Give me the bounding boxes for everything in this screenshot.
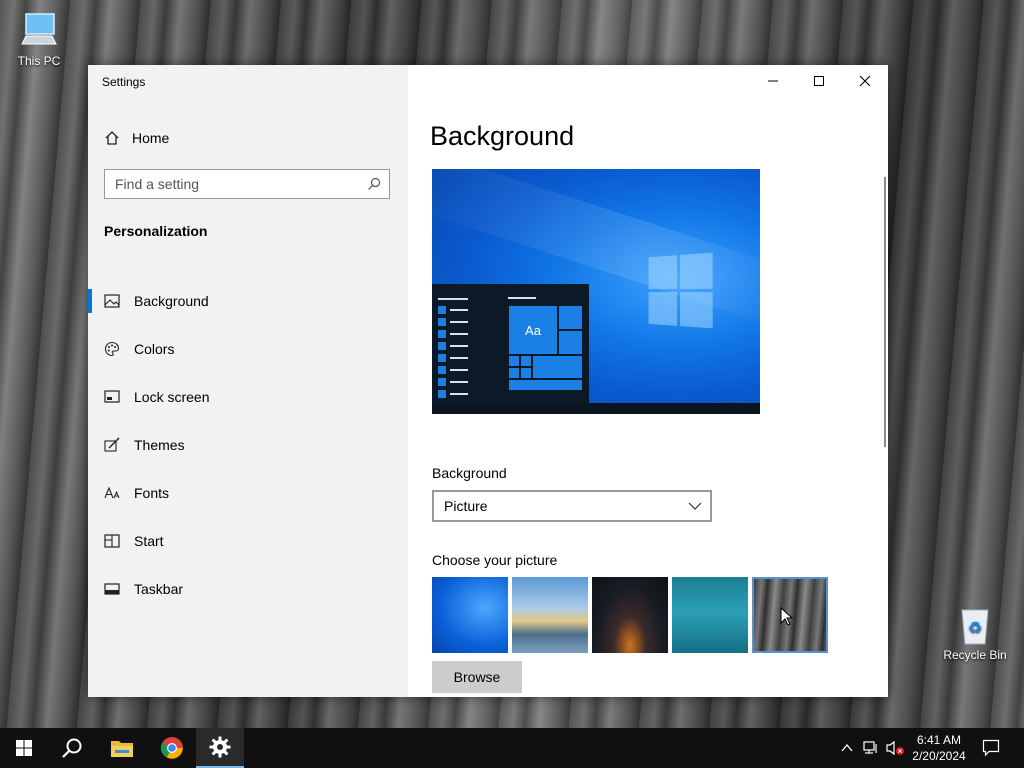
brush-icon: [104, 437, 120, 453]
show-hidden-icons-button[interactable]: [838, 728, 856, 768]
clock-date: 2/20/2024: [912, 749, 966, 763]
chevron-down-icon: [688, 502, 702, 510]
volume-muted-icon: [886, 740, 904, 756]
desktop-icon-label: This PC: [17, 54, 61, 68]
scrollbar[interactable]: [884, 177, 886, 447]
clock[interactable]: 6:41 AM 2/20/2024: [905, 732, 973, 764]
desktop-icon-label: Recycle Bin: [943, 648, 1007, 662]
picture-thumbnail-3[interactable]: [592, 577, 668, 653]
sidebar-item-start[interactable]: Start: [88, 517, 408, 565]
sidebar-item-home[interactable]: Home: [104, 127, 169, 149]
home-icon: [105, 131, 119, 145]
clock-time: 6:41 AM: [916, 733, 962, 747]
background-dropdown[interactable]: Picture: [432, 490, 712, 522]
sidebar-item-lock-screen[interactable]: Lock screen: [88, 373, 408, 421]
settings-icon: [209, 736, 231, 758]
maximize-button[interactable]: [796, 65, 842, 97]
sidebar-item-label: Taskbar: [134, 581, 184, 597]
search-box[interactable]: [104, 169, 390, 199]
preview-taskbar: [432, 403, 760, 414]
windows-logo-icon: [648, 252, 714, 329]
chrome-icon: [160, 737, 183, 759]
picture-icon: [104, 293, 120, 309]
chevron-up-icon: [841, 743, 853, 752]
taskbar-search-button[interactable]: [48, 728, 96, 768]
sidebar-item-label: Lock screen: [134, 389, 210, 405]
minimize-icon: [768, 80, 778, 82]
notification-icon: [982, 739, 1000, 757]
choose-picture-label: Choose your picture: [432, 552, 558, 568]
action-center-button[interactable]: [978, 728, 1004, 768]
network-icon: [863, 741, 877, 754]
sidebar-item-label: Start: [134, 533, 164, 549]
close-icon: [859, 75, 871, 87]
sidebar-item-label: Themes: [134, 437, 185, 453]
picture-thumbnails: [432, 577, 828, 653]
picture-thumbnail-1[interactable]: [432, 577, 508, 653]
taskbar: 6:41 AM 2/20/2024: [0, 728, 1024, 768]
desktop-icon-this-pc[interactable]: This PC: [1, 10, 77, 68]
file-explorer-icon: [111, 741, 133, 757]
section-title: Personalization: [104, 223, 208, 239]
sidebar: Settings Home Personalization Background: [88, 65, 408, 697]
start-icon: [104, 533, 120, 549]
sidebar-item-fonts[interactable]: Fonts: [88, 469, 408, 517]
sidebar-item-themes[interactable]: Themes: [88, 421, 408, 469]
page-title: Background: [430, 121, 575, 151]
taskbar-icon: [104, 581, 120, 597]
font-icon: [104, 485, 120, 501]
picture-thumbnail-4[interactable]: [672, 577, 748, 653]
file-explorer-button[interactable]: [98, 728, 146, 768]
search-icon: [62, 738, 82, 758]
windows-start-icon: [16, 740, 32, 756]
home-label: Home: [132, 130, 170, 146]
preview-start-menu: Aa: [432, 284, 589, 414]
palette-icon: [104, 341, 120, 357]
search-icon[interactable]: [367, 177, 381, 191]
sidebar-item-label: Background: [134, 293, 209, 309]
minimize-button[interactable]: [750, 65, 796, 97]
picture-thumbnail-2[interactable]: [512, 577, 588, 653]
chrome-button[interactable]: [148, 728, 196, 768]
svg-text:♻: ♻: [968, 618, 982, 637]
volume-button[interactable]: [884, 728, 906, 768]
content-pane: Background Aa Background Picture Choose …: [408, 65, 888, 697]
search-input[interactable]: [105, 170, 365, 198]
desktop-icon-recycle-bin[interactable]: ♻ Recycle Bin: [937, 604, 1013, 662]
recycle-bin-icon: ♻: [961, 609, 989, 645]
sidebar-item-colors[interactable]: Colors: [88, 325, 408, 373]
start-button[interactable]: [0, 728, 48, 768]
sidebar-nav: Background Colors Lock screen Themes Fon…: [88, 277, 408, 613]
sidebar-item-taskbar[interactable]: Taskbar: [88, 565, 408, 613]
desktop-preview: Aa: [432, 169, 760, 414]
maximize-icon: [814, 76, 824, 86]
lock-screen-icon: [104, 389, 120, 405]
sidebar-item-label: Fonts: [134, 485, 170, 501]
network-button[interactable]: [860, 728, 882, 768]
browse-button[interactable]: Browse: [432, 661, 522, 693]
background-dropdown-value: Picture: [444, 498, 488, 514]
settings-window: Settings Home Personalization Background: [88, 65, 888, 697]
preview-tile: Aa: [508, 305, 558, 355]
window-title: Settings: [102, 75, 146, 89]
mouse-cursor-icon: [780, 607, 794, 626]
picture-thumbnail-5[interactable]: [752, 577, 828, 653]
settings-taskbar-button[interactable]: [196, 728, 244, 768]
background-label: Background: [432, 465, 507, 481]
close-button[interactable]: [842, 65, 888, 97]
sidebar-item-label: Colors: [134, 341, 175, 357]
sidebar-item-background[interactable]: Background: [88, 277, 408, 325]
computer-icon: [21, 13, 57, 45]
